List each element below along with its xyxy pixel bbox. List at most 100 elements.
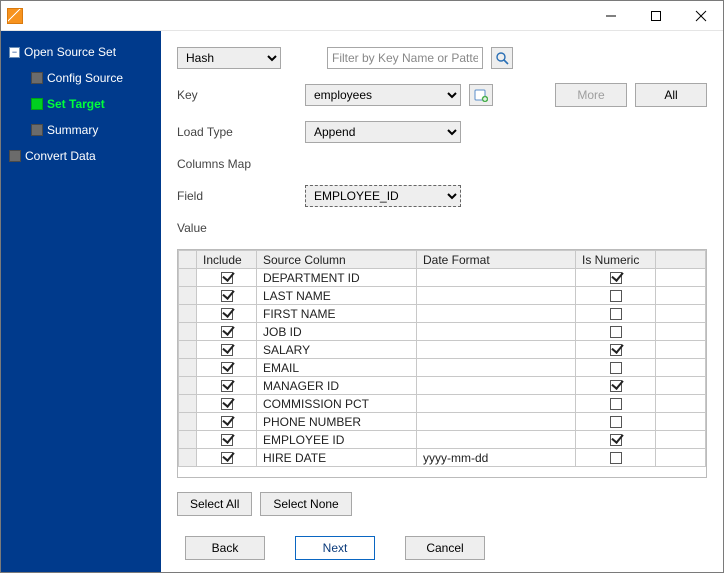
is-numeric-cell[interactable]: [576, 269, 656, 287]
tree-node-convert-data[interactable]: Convert Data: [9, 149, 161, 163]
is-numeric-checkbox[interactable]: [610, 380, 622, 392]
is-numeric-checkbox[interactable]: [610, 416, 622, 428]
include-cell[interactable]: [197, 341, 257, 359]
cancel-button[interactable]: Cancel: [405, 536, 485, 560]
row-header[interactable]: [179, 449, 197, 467]
row-header[interactable]: [179, 305, 197, 323]
col-header-is-numeric[interactable]: Is Numeric: [576, 251, 656, 269]
include-cell[interactable]: [197, 431, 257, 449]
source-column-cell[interactable]: HIRE DATE: [257, 449, 417, 467]
is-numeric-checkbox[interactable]: [610, 434, 622, 446]
tree-node-config-source[interactable]: Config Source: [31, 71, 161, 85]
is-numeric-cell[interactable]: [576, 287, 656, 305]
is-numeric-checkbox[interactable]: [610, 272, 622, 284]
col-header-source[interactable]: Source Column: [257, 251, 417, 269]
is-numeric-cell[interactable]: [576, 305, 656, 323]
is-numeric-checkbox[interactable]: [610, 362, 622, 374]
include-cell[interactable]: [197, 305, 257, 323]
search-button[interactable]: [491, 47, 513, 69]
close-button[interactable]: [678, 1, 723, 30]
all-button[interactable]: All: [635, 83, 707, 107]
row-header[interactable]: [179, 341, 197, 359]
row-header[interactable]: [179, 395, 197, 413]
select-none-button[interactable]: Select None: [260, 492, 351, 516]
source-column-cell[interactable]: JOB ID: [257, 323, 417, 341]
col-header-include[interactable]: Include: [197, 251, 257, 269]
source-column-cell[interactable]: EMPLOYEE ID: [257, 431, 417, 449]
is-numeric-cell[interactable]: [576, 413, 656, 431]
field-select[interactable]: EMPLOYEE_ID: [305, 185, 461, 207]
include-cell[interactable]: [197, 359, 257, 377]
include-checkbox[interactable]: [221, 434, 233, 446]
more-button[interactable]: More: [555, 83, 627, 107]
include-checkbox[interactable]: [221, 344, 233, 356]
table-row[interactable]: HIRE DATEyyyy-mm-dd: [179, 449, 706, 467]
tree-collapse-icon[interactable]: −: [9, 47, 20, 58]
add-key-button[interactable]: [469, 84, 493, 106]
table-row[interactable]: EMAIL: [179, 359, 706, 377]
load-type-select[interactable]: Append: [305, 121, 461, 143]
next-button[interactable]: Next: [295, 536, 375, 560]
include-cell[interactable]: [197, 323, 257, 341]
tree-node-set-target[interactable]: Set Target: [31, 97, 161, 111]
include-cell[interactable]: [197, 377, 257, 395]
row-header[interactable]: [179, 323, 197, 341]
date-format-cell[interactable]: [417, 431, 576, 449]
include-checkbox[interactable]: [221, 398, 233, 410]
source-column-cell[interactable]: SALARY: [257, 341, 417, 359]
is-numeric-cell[interactable]: [576, 323, 656, 341]
columns-grid[interactable]: Include Source Column Date Format Is Num…: [177, 249, 707, 478]
date-format-cell[interactable]: [417, 323, 576, 341]
row-header[interactable]: [179, 359, 197, 377]
tree-node-open-source-set[interactable]: − Open Source Set: [9, 45, 161, 59]
select-all-button[interactable]: Select All: [177, 492, 252, 516]
is-numeric-checkbox[interactable]: [610, 290, 622, 302]
is-numeric-cell[interactable]: [576, 359, 656, 377]
table-row[interactable]: EMPLOYEE ID: [179, 431, 706, 449]
date-format-cell[interactable]: yyyy-mm-dd: [417, 449, 576, 467]
back-button[interactable]: Back: [185, 536, 265, 560]
is-numeric-cell[interactable]: [576, 431, 656, 449]
include-checkbox[interactable]: [221, 362, 233, 374]
include-checkbox[interactable]: [221, 452, 233, 464]
is-numeric-checkbox[interactable]: [610, 344, 622, 356]
is-numeric-cell[interactable]: [576, 449, 656, 467]
source-column-cell[interactable]: COMMISSION PCT: [257, 395, 417, 413]
table-row[interactable]: LAST NAME: [179, 287, 706, 305]
date-format-cell[interactable]: [417, 359, 576, 377]
date-format-cell[interactable]: [417, 395, 576, 413]
date-format-cell[interactable]: [417, 305, 576, 323]
is-numeric-checkbox[interactable]: [610, 398, 622, 410]
col-header-date-format[interactable]: Date Format: [417, 251, 576, 269]
table-row[interactable]: DEPARTMENT ID: [179, 269, 706, 287]
table-row[interactable]: SALARY: [179, 341, 706, 359]
source-column-cell[interactable]: FIRST NAME: [257, 305, 417, 323]
tree-node-summary[interactable]: Summary: [31, 123, 161, 137]
is-numeric-cell[interactable]: [576, 395, 656, 413]
include-checkbox[interactable]: [221, 416, 233, 428]
row-header[interactable]: [179, 269, 197, 287]
date-format-cell[interactable]: [417, 413, 576, 431]
key-select[interactable]: employees: [305, 84, 461, 106]
include-cell[interactable]: [197, 287, 257, 305]
table-row[interactable]: JOB ID: [179, 323, 706, 341]
source-column-cell[interactable]: LAST NAME: [257, 287, 417, 305]
is-numeric-checkbox[interactable]: [610, 326, 622, 338]
date-format-cell[interactable]: [417, 269, 576, 287]
include-cell[interactable]: [197, 449, 257, 467]
date-format-cell[interactable]: [417, 287, 576, 305]
source-column-cell[interactable]: PHONE NUMBER: [257, 413, 417, 431]
include-checkbox[interactable]: [221, 272, 233, 284]
key-type-select[interactable]: Hash: [177, 47, 281, 69]
date-format-cell[interactable]: [417, 377, 576, 395]
include-cell[interactable]: [197, 413, 257, 431]
row-header[interactable]: [179, 377, 197, 395]
table-row[interactable]: COMMISSION PCT: [179, 395, 706, 413]
table-row[interactable]: PHONE NUMBER: [179, 413, 706, 431]
is-numeric-cell[interactable]: [576, 341, 656, 359]
source-column-cell[interactable]: DEPARTMENT ID: [257, 269, 417, 287]
row-header[interactable]: [179, 287, 197, 305]
date-format-cell[interactable]: [417, 341, 576, 359]
include-checkbox[interactable]: [221, 308, 233, 320]
include-cell[interactable]: [197, 395, 257, 413]
